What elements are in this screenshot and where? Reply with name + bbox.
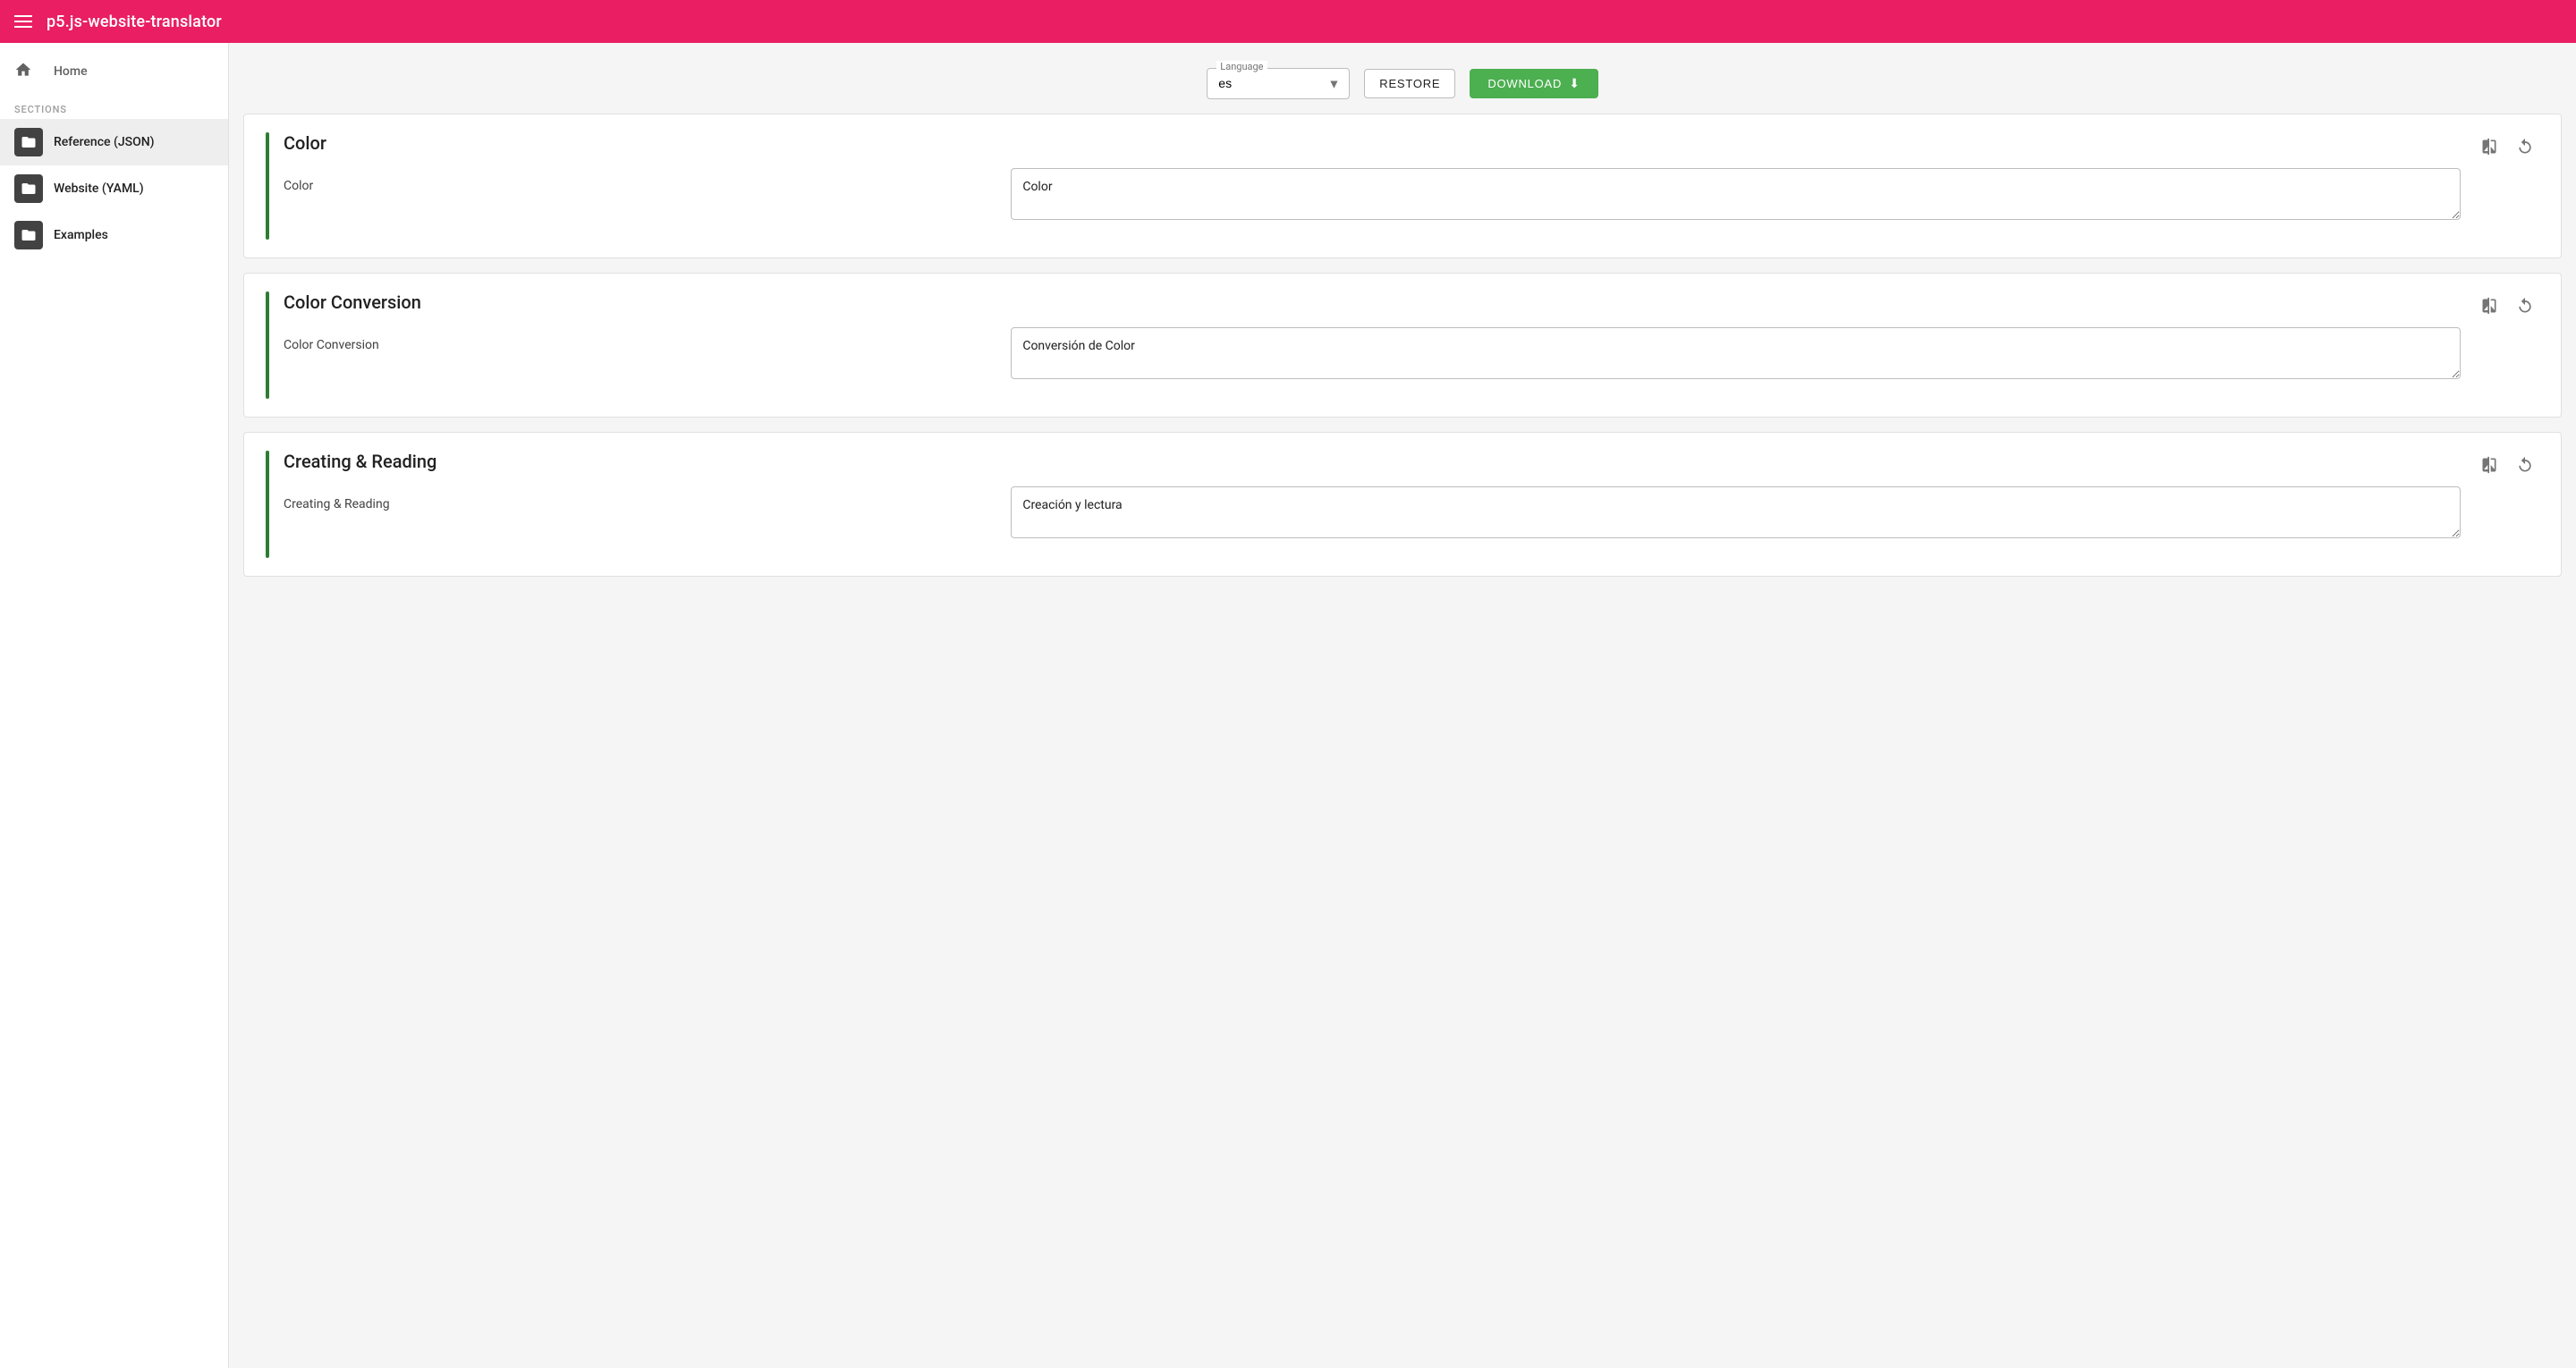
sidebar: Home Sections Reference (JSON) Website (… — [0, 43, 229, 1368]
dropdown-arrow-icon: ▼ — [1327, 76, 1340, 91]
folder-icon-website — [14, 174, 43, 203]
section-color-row-0: Color Color — [284, 168, 2461, 220]
section-card-color-conversion: Color Conversion Color Conversion Conver… — [243, 273, 2562, 418]
section-creating-content: Creating & Reading Creating & Reading Cr… — [266, 451, 2461, 558]
section-creating-input-0[interactable]: Creación y lectura — [1011, 486, 2461, 538]
app-title: p5.js-website-translator — [47, 13, 222, 31]
sidebar-item-reference-json[interactable]: Reference (JSON) — [0, 119, 228, 165]
folder-icon-examples — [14, 221, 43, 249]
section-card-color: Color Color Color — [243, 114, 2562, 258]
sidebar-item-website-yaml-label: Website (YAML) — [54, 182, 144, 196]
section-colorconv-title: Color Conversion — [284, 291, 2461, 313]
section-colorconv-border — [266, 291, 269, 399]
section-creating-border — [266, 451, 269, 558]
language-select-container: Language es fr de ja zh ▼ — [1207, 68, 1350, 99]
section-color-input-0[interactable]: Color — [1011, 168, 2461, 220]
section-color-actions — [2475, 132, 2539, 161]
download-button-label: DOWNLOAD — [1487, 77, 1562, 90]
sidebar-sections-header: Sections — [0, 93, 228, 119]
section-creating-title: Creating & Reading — [284, 451, 2461, 472]
section-creating-actions — [2475, 451, 2539, 479]
section-card-creating-reading: Creating & Reading Creating & Reading Cr… — [243, 432, 2562, 577]
section-color-compare-button[interactable] — [2475, 132, 2504, 161]
section-color-content: Color Color Color — [266, 132, 2461, 240]
top-app-bar: p5.js-website-translator — [0, 0, 2576, 43]
section-colorconv-reset-button[interactable] — [2511, 291, 2539, 320]
language-label: Language — [1216, 61, 1267, 72]
section-creating-reset-button[interactable] — [2511, 451, 2539, 479]
section-colorconv-content: Color Conversion Color Conversion Conver… — [266, 291, 2461, 399]
section-color-reset-button[interactable] — [2511, 132, 2539, 161]
sidebar-item-reference-json-label: Reference (JSON) — [54, 135, 155, 149]
section-color-border — [266, 132, 269, 240]
section-creating-body: Creating & Reading Creating & Reading Cr… — [284, 451, 2461, 558]
restore-button[interactable]: RESTORE — [1364, 69, 1455, 98]
section-color-title: Color — [284, 132, 2461, 154]
download-icon: ⬇ — [1569, 76, 1580, 91]
section-colorconv-input-0[interactable]: Conversión de Color — [1011, 327, 2461, 379]
section-colorconv-row-0: Color Conversion Conversión de Color — [284, 327, 2461, 379]
section-colorconv-original-0: Color Conversion — [284, 327, 996, 352]
home-icon — [14, 61, 32, 82]
section-color-original-0: Color — [284, 168, 996, 193]
sidebar-item-examples-label: Examples — [54, 228, 108, 242]
section-colorconv-actions — [2475, 291, 2539, 320]
layout: Home Sections Reference (JSON) Website (… — [0, 43, 2576, 1368]
sidebar-item-home[interactable]: Home — [0, 50, 228, 93]
menu-icon[interactable] — [14, 15, 32, 28]
section-creating-compare-button[interactable] — [2475, 451, 2504, 479]
section-color-body: Color Color Color — [284, 132, 2461, 240]
section-creating-original-0: Creating & Reading — [284, 486, 996, 511]
sidebar-item-examples[interactable]: Examples — [0, 212, 228, 258]
download-button[interactable]: DOWNLOAD ⬇ — [1470, 69, 1597, 98]
section-colorconv-body: Color Conversion Color Conversion Conver… — [284, 291, 2461, 399]
sidebar-item-home-label: Home — [54, 64, 88, 79]
toolbar: Language es fr de ja zh ▼ RESTORE DOWNLO… — [243, 57, 2562, 114]
language-select[interactable]: es fr de ja zh — [1218, 76, 1317, 90]
main-content: Language es fr de ja zh ▼ RESTORE DOWNLO… — [229, 43, 2576, 1368]
section-creating-row-0: Creating & Reading Creación y lectura — [284, 486, 2461, 538]
folder-icon-reference — [14, 128, 43, 156]
sidebar-item-website-yaml[interactable]: Website (YAML) — [0, 165, 228, 212]
section-colorconv-compare-button[interactable] — [2475, 291, 2504, 320]
